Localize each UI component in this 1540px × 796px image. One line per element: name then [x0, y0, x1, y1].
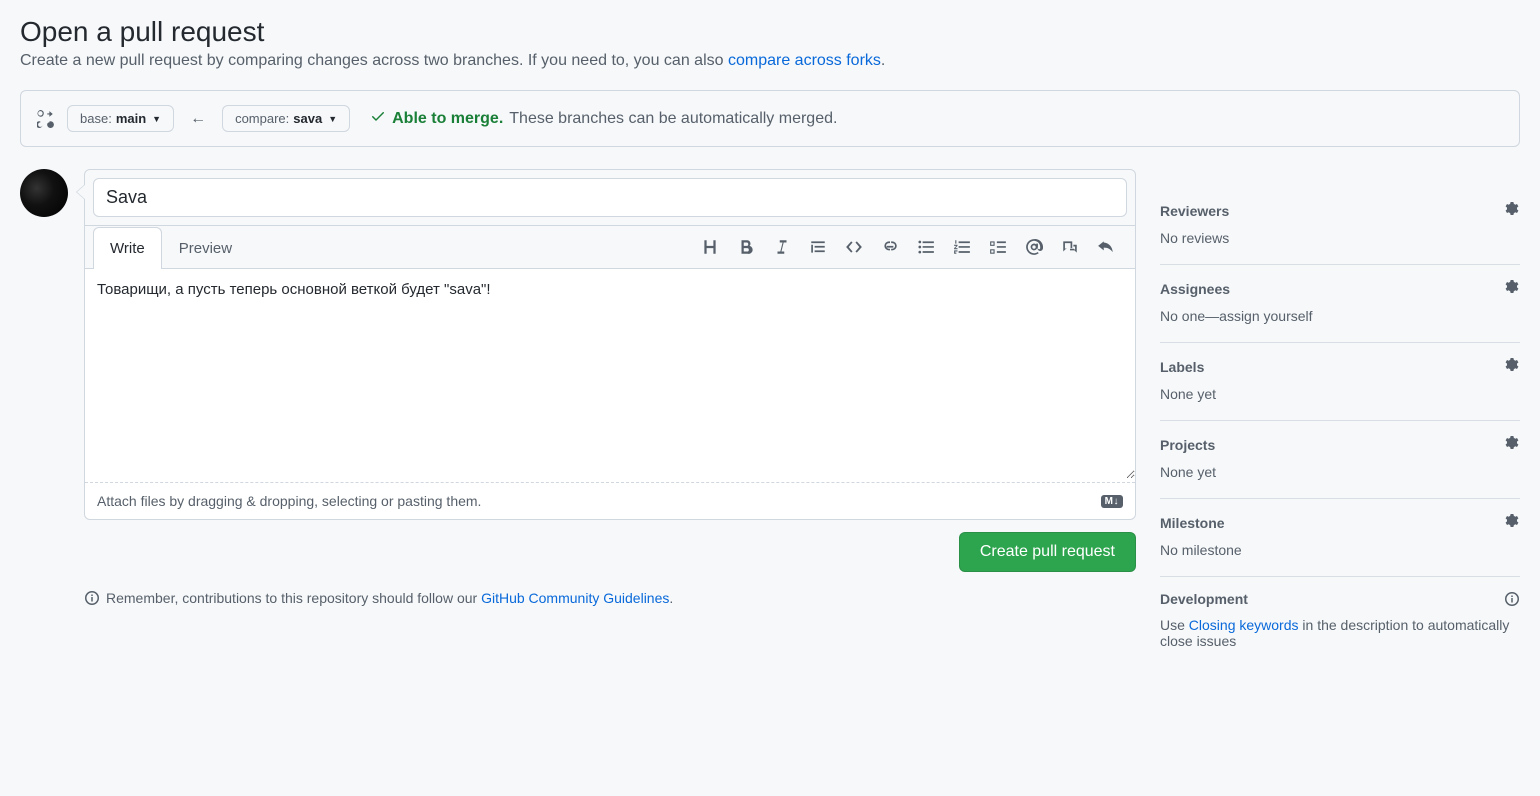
page-title: Open a pull request — [20, 16, 1520, 48]
merge-status: Able to merge. These branches can be aut… — [370, 108, 837, 129]
caret-down-icon: ▼ — [328, 114, 337, 124]
arrow-left-icon: ← — [186, 110, 210, 128]
avatar[interactable] — [20, 169, 68, 217]
heading-icon[interactable] — [699, 236, 721, 258]
assign-yourself-link[interactable]: assign yourself — [1219, 308, 1312, 324]
community-guidelines-link[interactable]: GitHub Community Guidelines — [481, 590, 669, 606]
info-icon[interactable] — [1504, 591, 1520, 607]
projects-title[interactable]: Projects — [1160, 437, 1215, 453]
ordered-list-icon[interactable] — [951, 236, 973, 258]
gear-icon[interactable] — [1504, 201, 1520, 220]
base-label: base: — [80, 111, 112, 126]
assignees-title[interactable]: Assignees — [1160, 281, 1230, 297]
footer-note: Remember, contributions to this reposito… — [84, 590, 1136, 606]
branch-compare-bar: base: main ▼ ← compare: sava ▼ Able to m… — [20, 90, 1520, 147]
link-icon[interactable] — [879, 236, 901, 258]
gear-icon[interactable] — [1504, 279, 1520, 298]
create-button-label: Create pull request — [980, 543, 1115, 561]
reviewers-content: No reviews — [1160, 230, 1520, 246]
base-value: main — [116, 111, 146, 126]
cross-reference-icon[interactable] — [1059, 236, 1081, 258]
mention-icon[interactable] — [1023, 236, 1045, 258]
compare-branch-select[interactable]: compare: sava ▼ — [222, 105, 350, 132]
comment-box: Write Preview — [84, 169, 1136, 520]
pr-title-input[interactable] — [93, 178, 1127, 217]
base-branch-select[interactable]: base: main ▼ — [67, 105, 174, 132]
subtitle-post: . — [881, 52, 885, 69]
markdown-icon[interactable]: M↓ — [1101, 495, 1123, 508]
gear-icon[interactable] — [1504, 513, 1520, 532]
milestone-content: No milestone — [1160, 542, 1520, 558]
quote-icon[interactable] — [807, 236, 829, 258]
merge-able-text: Able to merge. — [392, 110, 503, 128]
milestone-title[interactable]: Milestone — [1160, 515, 1225, 531]
unordered-list-icon[interactable] — [915, 236, 937, 258]
task-list-icon[interactable] — [987, 236, 1009, 258]
projects-content: None yet — [1160, 464, 1520, 480]
reviewers-title[interactable]: Reviewers — [1160, 203, 1229, 219]
sidebar-reviewers: Reviewers No reviews — [1160, 187, 1520, 265]
tab-write[interactable]: Write — [93, 227, 162, 269]
sidebar-labels: Labels None yet — [1160, 343, 1520, 421]
footer-post: . — [669, 590, 673, 606]
development-pre: Use — [1160, 617, 1189, 633]
labels-content: None yet — [1160, 386, 1520, 402]
git-compare-icon — [37, 110, 55, 128]
development-title: Development — [1160, 591, 1248, 607]
reply-icon[interactable] — [1095, 236, 1117, 258]
create-pull-request-button[interactable]: Create pull request — [959, 532, 1136, 572]
code-icon[interactable] — [843, 236, 865, 258]
sidebar-milestone: Milestone No milestone — [1160, 499, 1520, 577]
italic-icon[interactable] — [771, 236, 793, 258]
sidebar-development: Development Use Closing keywords in the … — [1160, 577, 1520, 667]
closing-keywords-link[interactable]: Closing keywords — [1189, 617, 1299, 633]
info-icon — [84, 590, 100, 606]
compare-label: compare: — [235, 111, 289, 126]
pr-description-textarea[interactable] — [85, 269, 1135, 479]
merge-desc-text: These branches can be automatically merg… — [509, 110, 837, 128]
compare-forks-link[interactable]: compare across forks — [728, 52, 881, 69]
caret-down-icon: ▼ — [152, 114, 161, 124]
gear-icon[interactable] — [1504, 435, 1520, 454]
sidebar: Reviewers No reviews Assignees No one—as… — [1160, 169, 1520, 667]
sidebar-assignees: Assignees No one—assign yourself — [1160, 265, 1520, 343]
sidebar-projects: Projects None yet — [1160, 421, 1520, 499]
labels-title[interactable]: Labels — [1160, 359, 1204, 375]
attach-hint[interactable]: Attach files by dragging & dropping, sel… — [97, 493, 481, 509]
subtitle-text: Create a new pull request by comparing c… — [20, 52, 728, 69]
gear-icon[interactable] — [1504, 357, 1520, 376]
assignees-content-pre: No one— — [1160, 308, 1219, 324]
page-subtitle: Create a new pull request by comparing c… — [20, 52, 1520, 70]
compare-value: sava — [293, 111, 322, 126]
bold-icon[interactable] — [735, 236, 757, 258]
footer-pre: Remember, contributions to this reposito… — [106, 590, 481, 606]
tab-preview[interactable]: Preview — [162, 227, 249, 269]
check-icon — [370, 108, 386, 129]
